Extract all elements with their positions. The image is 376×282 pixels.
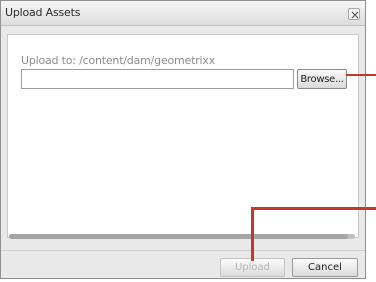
annotation-line-upload-horizontal [251,207,376,210]
footer-divider [1,250,365,251]
close-button[interactable] [348,8,360,20]
annotation-line-upload-vertical [251,207,254,261]
browse-button[interactable]: Browse... [297,69,347,89]
cancel-button[interactable]: Cancel [292,258,358,277]
file-path-input[interactable] [21,69,294,89]
dialog-title: Upload Assets [5,6,81,19]
annotation-line-browse [346,74,376,76]
upload-progress-fill [9,234,349,239]
close-icon [351,11,359,19]
upload-destination-label: Upload to: /content/dam/geometrixx [21,54,216,67]
dialog-titlebar: Upload Assets [1,1,365,26]
upload-progress-bar [9,234,355,239]
upload-assets-dialog: Upload Assets Upload to: /content/dam/ge… [0,0,366,279]
